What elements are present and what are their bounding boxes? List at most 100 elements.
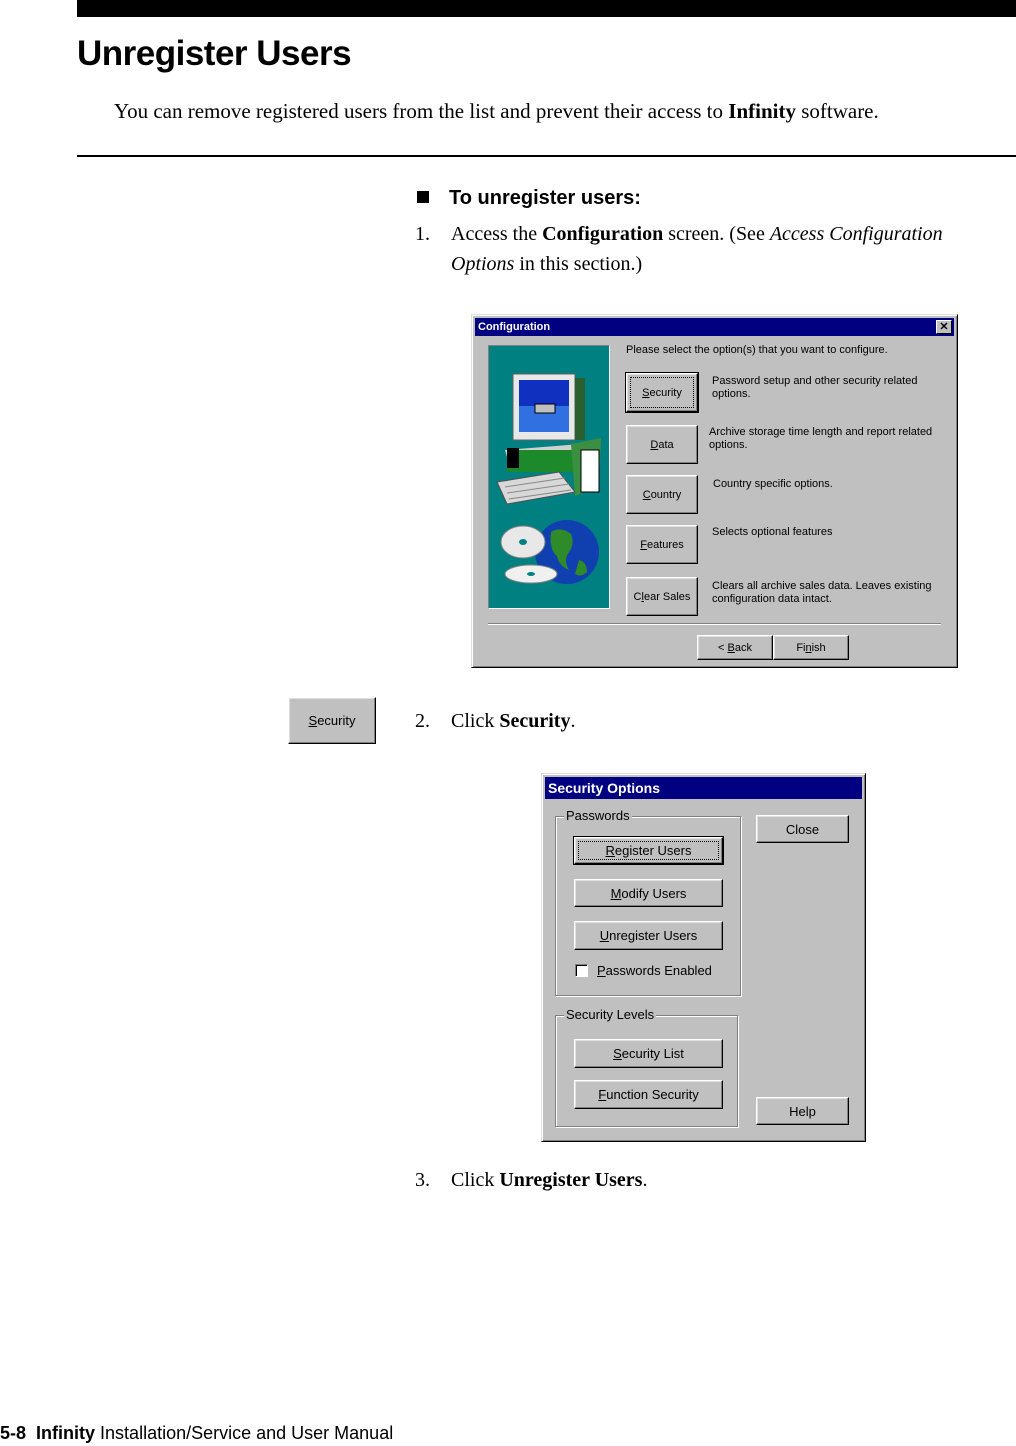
close-button[interactable]: Close	[756, 815, 849, 843]
desc-line: options.	[709, 439, 748, 451]
dialog-separator	[488, 623, 941, 625]
clear-sales-option-button[interactable]: Clear Sales	[626, 577, 698, 616]
security-options-dialog: Security Options Passwords Register User…	[541, 773, 866, 1142]
configuration-dialog: Configuration ✕ Please select the option…	[471, 314, 958, 668]
procedure-heading: To unregister users:	[415, 185, 641, 211]
mnemonic: P	[597, 963, 606, 978]
passwords-enabled-checkbox[interactable]	[575, 964, 588, 977]
desc-line: Country specific options.	[713, 478, 833, 490]
features-option-button[interactable]: Features	[626, 525, 698, 564]
security-list-button[interactable]: Security List	[574, 1039, 723, 1068]
configuration-prompt: Please select the option(s) that you wan…	[626, 344, 888, 356]
step-bold: Unregister Users	[499, 1169, 643, 1191]
finish-button[interactable]: Finish	[773, 635, 849, 660]
mnemonic: F	[640, 538, 648, 551]
mnemonic: R	[605, 843, 615, 858]
features-option-description: Selects optional features	[712, 526, 832, 539]
button-label: Modify Users	[611, 886, 687, 901]
passwords-group-label: Passwords	[564, 808, 632, 824]
desc-line: configuration data intact.	[712, 593, 832, 605]
step-text: .	[570, 710, 576, 732]
security-options-titlebar: Security Options	[545, 777, 862, 799]
label-rest: ata	[658, 438, 674, 451]
desc-line: Selects optional features	[712, 526, 833, 538]
step-1: 1. Access the Configuration screen. (See …	[415, 219, 943, 279]
mnemonic: U	[599, 928, 610, 943]
label-rest: odify Users	[621, 885, 687, 901]
intro-text-end: software.	[795, 99, 879, 123]
security-button-illustration[interactable]: Security	[288, 697, 376, 744]
button-label: Data	[650, 439, 673, 451]
step-bold: Security	[499, 710, 571, 732]
step-text: .	[642, 1169, 648, 1191]
button-label: Country	[643, 489, 682, 501]
security-levels-group: Security Levels	[555, 1007, 738, 1127]
label-rest: nregister Users	[609, 928, 698, 943]
button-label: < Back	[718, 642, 752, 654]
dialog-title: Configuration	[478, 321, 551, 333]
function-security-button[interactable]: Function Security	[574, 1080, 723, 1109]
intro-paragraph: You can remove registered users from the…	[114, 97, 879, 125]
page-number: 5-8	[0, 1423, 27, 1443]
configuration-titlebar: Configuration ✕	[475, 318, 954, 336]
country-option-description: Country specific options.	[713, 478, 833, 491]
footer-manual-title: Installation/Service and User Manual	[100, 1423, 394, 1443]
step-number: 2.	[415, 710, 430, 732]
passwords-enabled-label[interactable]: Passwords Enabled	[597, 963, 712, 978]
computer-globe-icon	[496, 373, 601, 584]
cross-reference-link-cont[interactable]: Options	[451, 253, 514, 275]
mnemonic: C	[642, 488, 651, 501]
help-button[interactable]: Help	[756, 1097, 849, 1125]
label-rest: ack	[734, 641, 752, 654]
square-bullet-icon	[417, 191, 429, 203]
mnemonic: M	[610, 885, 622, 901]
register-users-button[interactable]: Register Users	[573, 836, 724, 865]
step-2: 2. Click Security.	[415, 706, 575, 736]
mnemonic: S	[308, 713, 318, 728]
mnemonic: S	[613, 1046, 622, 1061]
security-levels-group-label: Security Levels	[564, 1007, 657, 1023]
label-rest: egister Users	[614, 843, 692, 858]
button-label: Security List	[613, 1046, 684, 1061]
button-label: Unregister Users	[600, 928, 698, 943]
back-button[interactable]: < Back	[697, 635, 773, 660]
button-label: Help	[789, 1103, 816, 1119]
footer-product: Infinity	[36, 1423, 96, 1443]
computer-globe-illustration	[488, 345, 610, 609]
section-divider	[77, 155, 1016, 157]
unregister-users-button[interactable]: Unregister Users	[574, 921, 723, 950]
cross-reference-link[interactable]: Access Configuration	[770, 223, 943, 245]
label-rest: ecurity	[317, 713, 356, 728]
step-bold: Configuration	[542, 223, 664, 245]
step-3: 3. Click Unregister Users.	[415, 1165, 647, 1195]
close-icon[interactable]: ✕	[936, 320, 952, 334]
page-title: Unregister Users	[77, 34, 352, 73]
mnemonic: B	[727, 641, 735, 654]
dialog-title: Security Options	[548, 780, 661, 796]
button-label: Security	[642, 387, 682, 399]
page-footer: 5-8 Infinity Installation/Service and Us…	[0, 1421, 393, 1445]
desc-line: Password setup and other security relate…	[712, 375, 918, 387]
intro-text: You can remove registered users from the…	[114, 99, 729, 123]
button-label: Security	[309, 713, 356, 728]
desc-line: Archive storage time length and report r…	[709, 426, 933, 438]
data-option-button[interactable]: Data	[626, 425, 698, 464]
step-text: screen. (See	[663, 223, 770, 245]
button-label: Register Users	[606, 843, 692, 858]
step-text: Access the	[451, 223, 543, 245]
label-pre: C	[633, 590, 642, 603]
data-option-description: Archive storage time length and report r…	[709, 426, 932, 452]
desc-line: Clears all archive sales data. Leaves ex…	[712, 580, 932, 592]
button-label: Close	[785, 821, 820, 837]
clear-sales-option-description: Clears all archive sales data. Leaves ex…	[712, 580, 932, 606]
country-option-button[interactable]: Country	[626, 475, 698, 514]
security-option-description: Password setup and other security relate…	[712, 375, 917, 401]
modify-users-button[interactable]: Modify Users	[574, 879, 723, 907]
intro-product: Infinity	[728, 99, 796, 123]
button-label: Function Security	[598, 1087, 698, 1102]
security-option-button[interactable]: Security	[625, 372, 699, 413]
step-text: in this section.)	[514, 253, 643, 275]
label-rest: ecurity	[649, 386, 682, 399]
header-bar	[77, 0, 1016, 17]
label-rest: ecurity List	[621, 1046, 684, 1061]
